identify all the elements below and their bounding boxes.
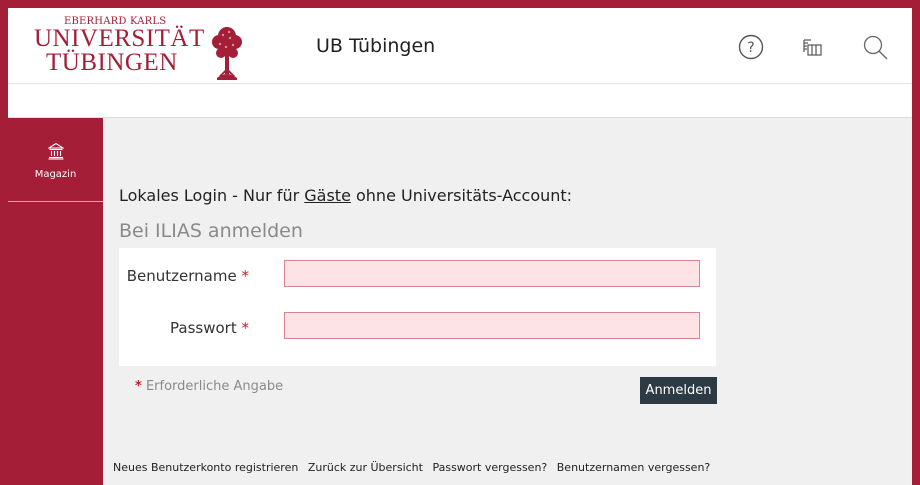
required-note: * Erforderliche Angabe <box>135 379 283 394</box>
login-intro-prefix: Lokales Login - Nur für <box>119 186 305 205</box>
forgot-username-link[interactable]: Benutzernamen vergessen? <box>557 461 711 474</box>
help-icon[interactable]: ? <box>736 32 766 62</box>
sub-header-bar <box>8 84 912 118</box>
search-icon[interactable] <box>860 32 890 62</box>
required-note-text: Erforderliche Angabe <box>145 379 284 394</box>
form-title: Bei ILIAS anmelden <box>119 220 303 242</box>
required-marker: * <box>241 319 250 337</box>
svg-text:?: ? <box>747 40 754 56</box>
logo-text-line2: TÜBINGEN <box>46 49 178 76</box>
logo-text-line1: UNIVERSITÄT <box>34 25 205 52</box>
back-to-overview-link[interactable]: Zurück zur Übersicht <box>308 461 423 474</box>
required-marker: * <box>241 267 250 285</box>
username-label: Benutzername * <box>119 267 249 285</box>
footer-links: Neues Benutzerkonto registrieren Zurück … <box>113 461 716 474</box>
university-logo[interactable]: EBERHARD KARLS UNIVERSITÄT TÜBINGEN <box>28 16 242 80</box>
main-sidebar: Magazin <box>8 118 103 485</box>
forgot-password-link[interactable]: Passwort vergessen? <box>432 461 547 474</box>
login-button[interactable]: Anmelden <box>640 377 717 404</box>
guests-link[interactable]: Gäste <box>304 186 351 205</box>
main-content: Lokales Login - Nur für Gäste ohne Unive… <box>103 118 912 485</box>
password-input[interactable] <box>284 312 700 339</box>
required-marker: * <box>135 379 142 394</box>
login-form-panel: Benutzername * Passwort * <box>119 248 716 366</box>
sidebar-item-label: Magazin <box>34 169 77 180</box>
page-frame: EBERHARD KARLS UNIVERSITÄT TÜBINGEN UB T… <box>8 8 912 485</box>
username-input[interactable] <box>284 260 700 287</box>
login-intro-suffix: ohne Universitäts-Account: <box>350 186 573 205</box>
password-label-text: Passwort <box>170 319 237 337</box>
password-label: Passwort * <box>119 319 249 337</box>
login-intro-text: Lokales Login - Nur für Gäste ohne Unive… <box>119 186 572 205</box>
sidebar-item-magazin[interactable]: Magazin <box>8 118 103 202</box>
username-label-text: Benutzername <box>126 267 237 285</box>
top-header: EBERHARD KARLS UNIVERSITÄT TÜBINGEN UB T… <box>8 8 912 84</box>
register-link[interactable]: Neues Benutzerkonto registrieren <box>113 461 298 474</box>
bank-icon <box>48 142 64 160</box>
tree-logo-icon <box>212 27 242 80</box>
site-title[interactable]: UB Tübingen <box>316 35 435 57</box>
library-catalog-icon[interactable] <box>798 32 828 62</box>
